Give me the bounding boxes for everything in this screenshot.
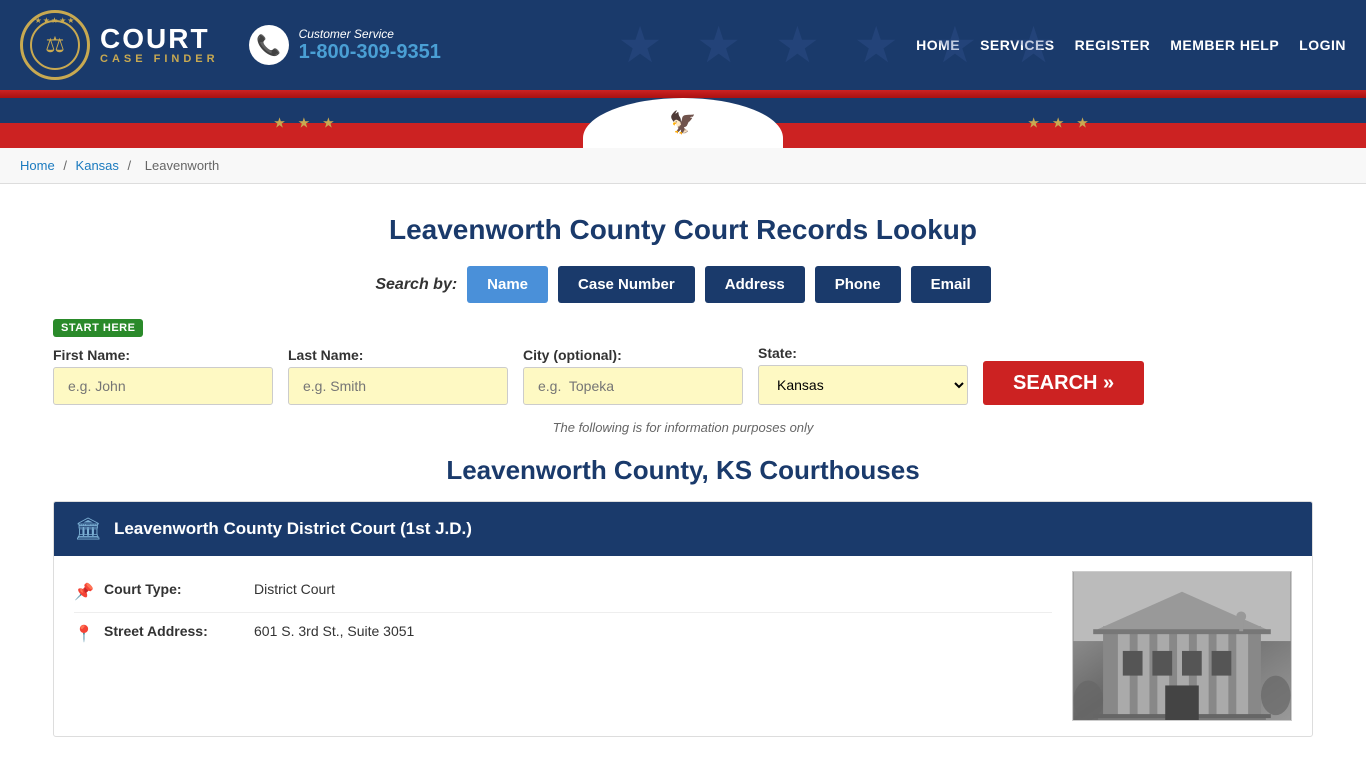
search-form: First Name: Last Name: City (optional): …: [53, 345, 1313, 405]
search-button[interactable]: SEARCH »: [983, 361, 1144, 405]
tab-email[interactable]: Email: [911, 266, 991, 303]
start-here-badge: START HERE: [53, 319, 143, 337]
last-name-label: Last Name:: [288, 347, 508, 363]
tab-phone[interactable]: Phone: [815, 266, 901, 303]
info-notice: The following is for information purpose…: [53, 420, 1313, 435]
logo-circle-inner: ⚖: [30, 20, 80, 70]
address-icon: 📍: [74, 624, 94, 644]
site-header: ★ ★ ★ ★ ★ ★ ⚖ ★★★★★ COURT CASE FINDER 📞 …: [0, 0, 1366, 90]
breadcrumb: Home / Kansas / Leavenworth: [0, 148, 1366, 184]
breadcrumb-state[interactable]: Kansas: [76, 158, 119, 173]
logo-text: COURT CASE FINDER: [100, 25, 219, 65]
tab-address[interactable]: Address: [705, 266, 805, 303]
last-name-input[interactable]: [288, 367, 508, 405]
search-by-row: Search by: Name Case Number Address Phon…: [53, 266, 1313, 303]
courthouse-title: Leavenworth County District Court (1st J…: [114, 519, 472, 539]
courthouse-photo: [1073, 572, 1291, 720]
courthouse-name-link[interactable]: Leavenworth County District Court (1st J…: [114, 519, 472, 538]
courthouse-card: 🏛 Leavenworth County District Court (1st…: [53, 501, 1313, 737]
first-name-input[interactable]: [53, 367, 273, 405]
address-label: Street Address:: [104, 623, 244, 639]
breadcrumb-county: Leavenworth: [145, 158, 219, 173]
logo-area: ⚖ ★★★★★ COURT CASE FINDER: [20, 10, 219, 80]
eagle-banner: 🦅 ★ ★ ★ ★ ★ ★: [0, 98, 1366, 148]
state-select[interactable]: Kansas Missouri Nebraska Oklahoma Colora…: [758, 365, 968, 405]
courthouse-building-icon: 🏛: [74, 516, 102, 542]
city-label: City (optional):: [523, 347, 743, 363]
cs-label: Customer Service: [299, 27, 441, 41]
page-title: Leavenworth County Court Records Lookup: [53, 214, 1313, 246]
logo-court-text: COURT: [100, 25, 219, 53]
city-input[interactable]: [523, 367, 743, 405]
first-name-label: First Name:: [53, 347, 273, 363]
search-by-label: Search by:: [375, 276, 457, 294]
address-row: 📍 Street Address: 601 S. 3rd St., Suite …: [74, 613, 1052, 654]
court-type-row: 📌 Court Type: District Court: [74, 571, 1052, 613]
eagle-stars-right: ★ ★ ★: [1027, 115, 1092, 132]
logo-gavel-icon: ⚖: [45, 32, 65, 58]
nav-login[interactable]: LOGIN: [1299, 37, 1346, 53]
state-label: State:: [758, 345, 968, 361]
courthouse-body: 📌 Court Type: District Court 📍 Street Ad…: [54, 556, 1312, 736]
customer-service: 📞 Customer Service 1-800-309-9351: [249, 25, 441, 65]
eagle-stars-left: ★ ★ ★: [273, 115, 338, 132]
courthouse-header: 🏛 Leavenworth County District Court (1st…: [54, 502, 1312, 556]
nav-services[interactable]: SERVICES: [980, 37, 1055, 53]
logo-circle-stars: ★★★★★: [35, 16, 76, 25]
last-name-group: Last Name:: [288, 347, 508, 405]
courthouses-title: Leavenworth County, KS Courthouses: [53, 455, 1313, 486]
search-section: START HERE First Name: Last Name: City (…: [53, 318, 1313, 405]
court-type-value: District Court: [254, 581, 335, 597]
cs-phone: 1-800-309-9351: [299, 41, 441, 64]
nav-member-help[interactable]: MEMBER HELP: [1170, 37, 1279, 53]
eagle-center: 🦅: [583, 98, 783, 148]
courthouse-info: 📌 Court Type: District Court 📍 Street Ad…: [74, 571, 1052, 721]
red-banner: [0, 90, 1366, 98]
breadcrumb-sep2: /: [128, 158, 135, 173]
main-nav: HOME SERVICES REGISTER MEMBER HELP LOGIN: [916, 37, 1346, 53]
phone-icon: 📞: [249, 25, 289, 65]
court-type-label: Court Type:: [104, 581, 244, 597]
breadcrumb-home[interactable]: Home: [20, 158, 55, 173]
eagle-icon: 🦅: [669, 110, 696, 136]
nav-home[interactable]: HOME: [916, 37, 960, 53]
tab-case-number[interactable]: Case Number: [558, 266, 695, 303]
address-value: 601 S. 3rd St., Suite 3051: [254, 623, 414, 639]
logo-circle: ⚖ ★★★★★: [20, 10, 90, 80]
nav-register[interactable]: REGISTER: [1075, 37, 1151, 53]
logo-subtitle-text: CASE FINDER: [100, 53, 219, 65]
first-name-group: First Name:: [53, 347, 273, 405]
main-content: Leavenworth County Court Records Lookup …: [33, 184, 1333, 777]
state-group: State: Kansas Missouri Nebraska Oklahoma…: [758, 345, 968, 405]
court-type-icon: 📌: [74, 582, 94, 602]
breadcrumb-sep1: /: [63, 158, 70, 173]
cs-text-block: Customer Service 1-800-309-9351: [299, 27, 441, 64]
courthouse-image: [1072, 571, 1292, 721]
tab-name[interactable]: Name: [467, 266, 548, 303]
city-group: City (optional):: [523, 347, 743, 405]
